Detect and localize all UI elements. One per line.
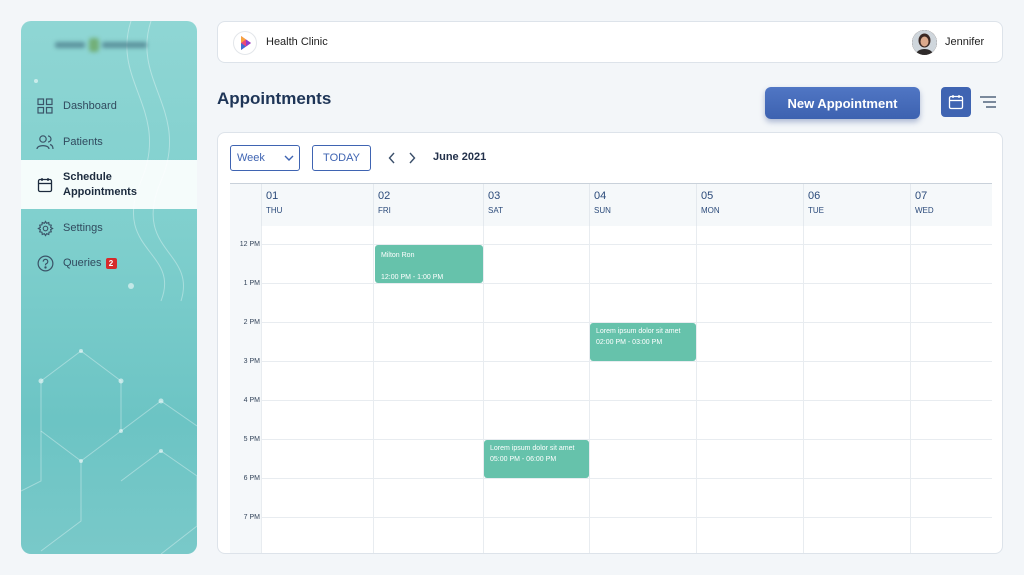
event-title: Milton Ron [381, 252, 415, 259]
day-name: THU [266, 206, 283, 215]
day-name: MON [701, 206, 720, 215]
hour-gridline [262, 361, 992, 362]
calendar-card: Week TODAY June 2021 01 THU 02 FRI 03 SA… [217, 132, 1003, 554]
chevron-right-icon [409, 152, 416, 164]
hour-label: 12 PM [239, 241, 260, 248]
day-gridline [803, 226, 804, 553]
hour-label: 3 PM [243, 358, 260, 365]
day-header[interactable]: 06 TUE [803, 184, 910, 227]
next-week-button[interactable] [405, 150, 419, 166]
day-header[interactable]: 02 FRI [373, 184, 483, 227]
chevron-down-icon [284, 155, 294, 161]
month-label: June 2021 [433, 151, 487, 163]
day-number: 07 [915, 190, 928, 202]
hour-gridline [262, 439, 992, 440]
hour-label: 4 PM [243, 397, 260, 404]
user-name[interactable]: Jennifer [945, 36, 984, 48]
view-select[interactable]: Week [230, 145, 300, 171]
sidebar-item-patients[interactable]: Patients [21, 131, 197, 153]
day-name: SUN [594, 206, 611, 215]
day-header[interactable]: 03 SAT [483, 184, 589, 227]
day-number: 05 [701, 190, 714, 202]
event-title: Lorem ipsum dolor sit amet [596, 328, 681, 335]
sidebar-item-queries[interactable]: Queries 2 [21, 252, 197, 274]
sidebar-item-label: Settings [63, 222, 103, 234]
sidebar-item-settings[interactable]: Settings [21, 217, 197, 239]
hour-label: 7 PM [243, 514, 260, 521]
sidebar: Dashboard Patients Schedule Appointments… [21, 21, 197, 554]
appointment-event[interactable]: Milton Ron 12:00 PM - 1:00 PM [375, 245, 483, 283]
day-name: FRI [378, 206, 391, 215]
hour-label: 6 PM [243, 475, 260, 482]
event-title: Lorem ipsum dolor sit amet [490, 445, 575, 452]
today-button[interactable]: TODAY [312, 145, 371, 171]
day-header[interactable]: 07 WED [910, 184, 992, 227]
day-number: 03 [488, 190, 501, 202]
gear-icon [36, 219, 54, 237]
event-time: 05:00 PM - 06:00 PM [490, 456, 557, 463]
sidebar-item-label: Dashboard [63, 100, 117, 112]
chevron-left-icon [388, 152, 395, 164]
hour-gridline [262, 517, 992, 518]
users-icon [36, 133, 54, 151]
queries-count-badge: 2 [105, 257, 117, 269]
day-name: TUE [808, 206, 824, 215]
hour-label: 2 PM [243, 319, 260, 326]
day-gridline [910, 226, 911, 553]
hour-label: 1 PM [243, 280, 260, 287]
sidebar-item-dashboard[interactable]: Dashboard [21, 95, 197, 117]
hour-gridline [262, 283, 992, 284]
clinic-name: Health Clinic [266, 36, 328, 48]
hour-gridline [262, 244, 992, 245]
sidebar-item-label: Patients [63, 136, 103, 148]
time-column [230, 226, 262, 553]
avatar[interactable] [912, 30, 937, 55]
day-header-row: 01 THU 02 FRI 03 SAT 04 SUN 05 MON 06 TU… [230, 183, 992, 227]
week-grid: 01 THU 02 FRI 03 SAT 04 SUN 05 MON 06 TU… [230, 183, 992, 553]
day-number: 01 [266, 190, 279, 202]
calendar-view-toggle[interactable] [941, 87, 971, 117]
top-header: Health Clinic Jennifer [217, 21, 1003, 63]
day-number: 04 [594, 190, 607, 202]
appointment-event[interactable]: Lorem ipsum dolor sit amet 02:00 PM - 03… [590, 323, 696, 361]
day-gridline [373, 226, 374, 553]
page-title: Appointments [217, 89, 332, 108]
appointment-event[interactable]: Lorem ipsum dolor sit amet 05:00 PM - 06… [484, 440, 589, 478]
day-gridline [589, 226, 590, 553]
day-gridline [696, 226, 697, 553]
prev-week-button[interactable] [385, 150, 399, 166]
list-icon [980, 96, 996, 108]
day-name: WED [915, 206, 934, 215]
day-header[interactable]: 05 MON [696, 184, 803, 227]
hour-gridline [262, 400, 992, 401]
calendar-icon [948, 95, 964, 110]
company-logo [55, 38, 147, 52]
list-view-toggle[interactable] [973, 87, 1003, 117]
sidebar-item-schedule-appointments[interactable]: Schedule Appointments [21, 160, 197, 209]
day-number: 02 [378, 190, 391, 202]
event-time: 02:00 PM - 03:00 PM [596, 339, 663, 346]
new-appointment-button[interactable]: New Appointment [765, 87, 920, 119]
day-name: SAT [488, 206, 503, 215]
day-number: 06 [808, 190, 821, 202]
calendar-icon [36, 176, 54, 194]
sidebar-item-label: Schedule Appointments [63, 170, 137, 198]
sidebar-item-label: Queries [63, 257, 102, 269]
view-select-value: Week [237, 152, 265, 164]
day-header[interactable]: 01 THU [261, 184, 373, 227]
hour-label: 5 PM [243, 436, 260, 443]
hour-gridline [262, 478, 992, 479]
day-gridline [483, 226, 484, 553]
day-header[interactable]: 04 SUN [589, 184, 696, 227]
clinic-logo-icon [233, 31, 257, 55]
grid-icon [36, 97, 54, 115]
event-time: 12:00 PM - 1:00 PM [381, 274, 444, 281]
day-gridline [261, 226, 262, 553]
question-icon [36, 254, 54, 272]
